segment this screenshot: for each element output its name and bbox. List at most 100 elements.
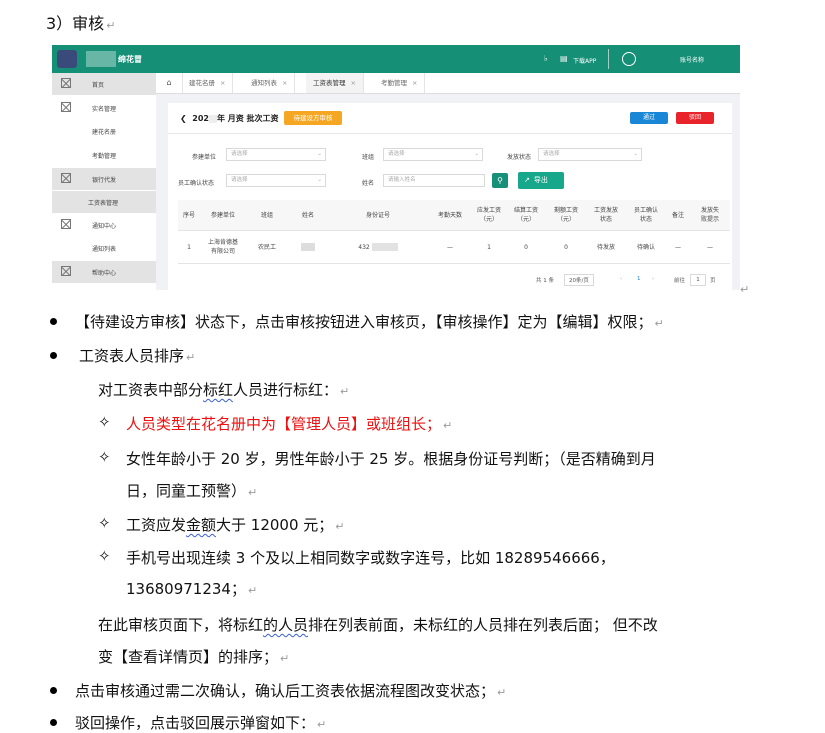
sort-note-line2: 变【查看详情页】的排序； ↵ [98, 648, 290, 666]
rule-age-continued: 日，同童工预警） ↵ [126, 482, 258, 500]
bullet-dot [50, 318, 57, 325]
broken-image-icon [61, 102, 71, 112]
tab-roster[interactable]: 建花名册 × [182, 73, 234, 93]
bullet-dot [50, 719, 57, 726]
bullet-review-permission: 【待建设方审核】状态下，点击审核按钮进入审核页，【审核操作】定为【编辑】权限； ↵ [75, 313, 664, 331]
sidebar-item-notice-list[interactable]: 通知列表 [52, 237, 156, 259]
table-cell: 农民工 [257, 243, 276, 251]
close-icon[interactable]: × [412, 79, 417, 87]
column-header: 应发工资 （元） [476, 207, 501, 223]
pagination: 共 1 条 20条/页 ‹ 1 › 前往 1 页 [52, 274, 740, 286]
download-app-link[interactable]: 下载APP [573, 56, 596, 65]
sidebar-item-attendance[interactable]: 考勤管理 [52, 144, 156, 166]
table-cell: 待确认 [636, 243, 655, 251]
diamond-bullet-icon: ✧ [98, 448, 111, 466]
diamond-bullet-icon: ✧ [98, 514, 111, 532]
close-icon[interactable]: × [220, 79, 225, 87]
table-row[interactable]: 1 上海肯德基 有限公司 农民工 432 — 1 0 0 待发放 待确认 — — [178, 231, 730, 264]
goto-page-input[interactable]: 1 [690, 274, 706, 286]
close-icon[interactable]: × [282, 79, 287, 87]
bullet-sort-title: 工资表人员排序 ↵ [79, 347, 196, 365]
column-header: 参建单位 [210, 211, 235, 219]
table-cell: — [447, 243, 453, 251]
export-button[interactable]: ↗ 导出 [518, 172, 564, 189]
column-header: 身份证号 [365, 211, 390, 219]
bell-icon[interactable]: ♭ [544, 54, 548, 63]
search-button[interactable]: ⚲ [492, 173, 508, 188]
table-cell: — [675, 243, 681, 251]
goto-label: 前往 [674, 278, 686, 284]
tab-bar: ⌂ 建花名册 × 通知列表 × 工资表管理 × 考勤管理 × [156, 73, 740, 94]
name-filter-label: 姓名 [362, 180, 375, 187]
account-name[interactable]: 账号名称 [680, 55, 704, 64]
sidebar-item-bank-payroll[interactable]: 银行代发 [52, 168, 156, 190]
unit-select[interactable]: 请选择 ⌄ [226, 148, 326, 161]
sidebar-item-notice-center[interactable]: 通知中心 [52, 214, 156, 236]
next-page-icon[interactable]: › [652, 276, 654, 282]
bullet-reject-dialog: 驳回操作，点击驳回展示弹窗如下： ↵ [75, 714, 327, 732]
table-cell: — [707, 243, 713, 251]
bullet-dot [50, 352, 57, 359]
home-icon[interactable]: ⌂ [156, 73, 183, 93]
return-mark: ↵ [740, 283, 750, 296]
confirm-status-select[interactable]: 请选择 ⌄ [226, 174, 326, 187]
bullet-dot [50, 687, 57, 694]
app-logo [57, 50, 77, 68]
page-title: ❮ 202 年 月资 批次工资 [180, 114, 279, 123]
team-filter-label: 班组 [362, 154, 375, 161]
name-input[interactable]: 请输入姓名 [383, 174, 485, 187]
table-cell: 待发放 [596, 243, 615, 251]
sidebar-item-realname[interactable]: 实名管理 [52, 97, 156, 119]
broken-image-icon [61, 78, 71, 88]
sidebar-item-home[interactable]: 首页 [52, 73, 156, 95]
chevron-left-icon[interactable]: ❮ [180, 114, 187, 123]
table-cell: 1 [187, 243, 191, 251]
pay-status-select[interactable]: 请选择 ⌄ [538, 148, 642, 161]
column-header: 工资发放 状态 [593, 207, 618, 223]
column-header: 姓名 [301, 211, 314, 219]
tab-payroll[interactable]: 工资表管理 × [306, 73, 364, 93]
table-cell: 432 [328, 231, 428, 263]
table-cell: 1 [487, 243, 491, 251]
diamond-bullet-icon: ✧ [98, 413, 111, 431]
document-icon[interactable]: ▤ [560, 54, 568, 63]
export-icon: ↗ [524, 176, 530, 184]
divider [168, 133, 732, 134]
close-icon[interactable]: × [351, 79, 356, 87]
column-header: 剩额工资 （元） [553, 207, 578, 223]
rule-phone-continued: 13680971234； ↵ [126, 580, 258, 598]
user-circle-icon[interactable] [622, 52, 636, 66]
rule-salary: 工资应发金额大于 12000 元； ↵ [126, 516, 345, 534]
review-page-screenshot: 绵花冒 ♭ ▤ 下载APP 账号名称 首页 实名管理 建花名册 考勤管理 银行代… [52, 45, 740, 290]
prev-page-icon[interactable]: ‹ [620, 276, 622, 282]
section-heading: 3）审核 ↵ [46, 14, 116, 33]
column-header: 结算工资 （元） [513, 207, 538, 223]
page-number[interactable]: 1 [637, 276, 641, 282]
app-name: 绵花冒 [118, 55, 142, 64]
pay-status-filter-label: 发放状态 [507, 154, 532, 161]
sort-note-line1: 在此审核页面下，将标红的人员排在列表前面，未标红的人员排在列表后面； 但不改 [98, 616, 658, 634]
column-header: 序号 [182, 211, 195, 219]
team-select[interactable]: 请选择 ⌄ [383, 148, 483, 161]
tab-attendance[interactable]: 考勤管理 × [374, 73, 426, 93]
reject-button[interactable]: 驳回 [676, 112, 714, 124]
sidebar-item-roster[interactable]: 建花名册 [52, 120, 156, 142]
table-cell: 0 [524, 243, 528, 251]
table-cell: 上海肯德基 有限公司 [207, 239, 238, 255]
sidebar-item-payroll-mgmt[interactable]: 工资表管理 [52, 191, 156, 213]
tab-notice-list[interactable]: 通知列表 × [244, 73, 296, 93]
sidebar: 首页 实名管理 建花名册 考勤管理 银行代发 工资表管理 通知中心 通知列表 帮… [52, 73, 156, 290]
table-header: 序号 参建单位 班组 姓名 身份证号 考勤天数 应发工资 （元） 结算工资 （元… [178, 200, 730, 231]
search-icon: ⚲ [497, 176, 503, 185]
page-size-select[interactable]: 20条/页 [564, 274, 594, 286]
table-cell-redacted [288, 231, 328, 263]
chevron-down-icon: ⌄ [317, 151, 322, 157]
rule-age: 女性年龄小于 20 岁，男性年龄小于 25 岁。根据身份证号判断；（是否精确到月 [126, 450, 656, 468]
table-cell: 0 [564, 243, 568, 251]
sort-intro: 对工资表中部分标红人员进行标红： ↵ [98, 381, 350, 399]
page-unit: 页 [710, 278, 716, 284]
total-count: 共 1 条 [536, 278, 554, 284]
column-header: 发放失 败提示 [700, 207, 719, 223]
chevron-down-icon: ⌄ [317, 177, 322, 183]
approve-button[interactable]: 通过 [630, 112, 668, 124]
